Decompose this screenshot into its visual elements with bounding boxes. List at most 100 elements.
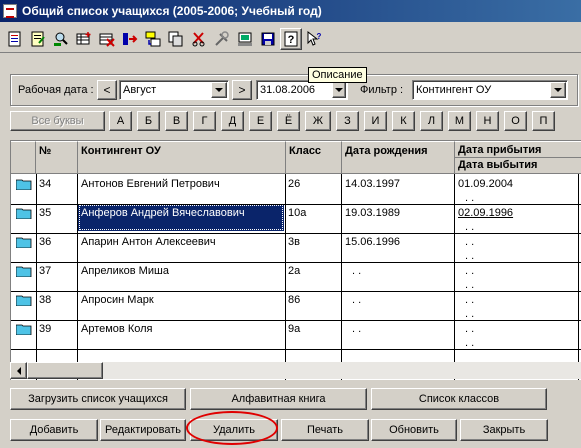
header-class[interactable]: Класс <box>286 141 342 174</box>
highlight-annotation <box>186 411 278 445</box>
alphabet-book-button[interactable]: Алфавитная книга <box>190 388 367 410</box>
save-icon[interactable] <box>257 28 279 50</box>
row-separator <box>11 320 581 321</box>
header-num[interactable]: № <box>36 141 78 174</box>
header-arrival[interactable]: Дата прибытия <box>455 142 581 158</box>
find-icon[interactable] <box>50 28 72 50</box>
cut-icon[interactable] <box>188 28 210 50</box>
students-table: № Контингент ОУ Класс Дата рождения Дата… <box>10 140 581 380</box>
class-list-button[interactable]: Список классов <box>371 388 547 410</box>
letter-button[interactable]: А <box>109 111 132 131</box>
letter-button[interactable]: Г <box>193 111 216 131</box>
letter-filter-bar: Все буквы А Б В Г Д Е Ё Ж З И К Л М Н О … <box>10 111 581 131</box>
letter-button[interactable]: И <box>364 111 387 131</box>
svg-text:?: ? <box>317 32 322 41</box>
delete-row-icon[interactable] <box>96 28 118 50</box>
scroll-left-button[interactable] <box>10 362 27 379</box>
header-dates: Дата прибытия Дата выбытия <box>455 141 581 174</box>
filter-label: Фильтр : <box>360 84 404 96</box>
row-birth: 15.06.1996 <box>345 236 401 248</box>
toolbar: ? ? <box>0 25 581 53</box>
arrow-left-icon <box>16 366 21 375</box>
chevron-down-icon[interactable] <box>550 82 566 98</box>
row-name: Артемов Коля <box>81 323 153 335</box>
copy-icon[interactable] <box>165 28 187 50</box>
edit-record-icon[interactable] <box>27 28 49 50</box>
month-value: Август <box>123 84 157 96</box>
row-name: Антонов Евгений Петрович <box>81 178 220 190</box>
help-icon[interactable]: ? <box>280 28 302 50</box>
letter-button[interactable]: К <box>392 111 415 131</box>
print-button[interactable]: Печать <box>281 419 369 441</box>
date-field[interactable]: 31.08.2006 <box>256 80 348 100</box>
letter-button[interactable]: В <box>165 111 188 131</box>
title-bar[interactable]: Общий список учащихся (2005-2006; Учебны… <box>0 0 581 22</box>
next-month-button[interactable]: > <box>232 80 252 100</box>
print-preview-icon[interactable] <box>234 28 256 50</box>
filter-select[interactable]: Контингент ОУ <box>412 80 568 100</box>
whats-this-icon[interactable]: ? <box>303 28 325 50</box>
letter-button[interactable]: Б <box>137 111 160 131</box>
folder-icon <box>16 324 32 335</box>
row-num: 35 <box>39 207 52 219</box>
tools-icon[interactable] <box>211 28 233 50</box>
folder-icon <box>16 237 32 248</box>
move-icon[interactable] <box>119 28 141 50</box>
row-arrival: . . <box>465 265 475 277</box>
header-departure[interactable]: Дата выбытия <box>455 158 581 173</box>
header-icon-col <box>11 141 36 174</box>
row-birth: 19.03.1989 <box>345 207 401 219</box>
transfer-icon[interactable] <box>142 28 164 50</box>
new-record-icon[interactable] <box>4 28 26 50</box>
date-value: 31.08.2006 <box>260 84 316 96</box>
svg-text:?: ? <box>288 34 295 46</box>
window-title: Общий список учащихся (2005-2006; Учебны… <box>22 4 322 18</box>
letter-button[interactable]: П <box>532 111 555 131</box>
letter-button[interactable]: Д <box>221 111 244 131</box>
letter-button[interactable]: О <box>504 111 527 131</box>
app-icon <box>3 4 17 18</box>
refresh-button[interactable]: Обновить <box>371 419 457 441</box>
row-departure: . . <box>465 337 475 349</box>
filter-value: Контингент ОУ <box>416 84 492 96</box>
folder-icon <box>16 295 32 306</box>
row-birth: . . <box>352 323 362 335</box>
letter-button[interactable]: Ж <box>305 111 331 131</box>
row-departure: . . <box>465 250 475 262</box>
row-num: 39 <box>39 323 52 335</box>
horizontal-scrollbar[interactable] <box>10 362 581 379</box>
header-name[interactable]: Контингент ОУ <box>78 141 286 174</box>
prev-symbol: < <box>103 83 111 97</box>
tooltip-text: Описание <box>312 69 363 81</box>
letter-button[interactable]: М <box>448 111 471 131</box>
row-separator <box>11 291 581 292</box>
add-button[interactable]: Добавить <box>10 419 98 441</box>
row-class: 26 <box>288 178 301 190</box>
row-class: 3в <box>288 236 300 248</box>
load-list-button[interactable]: Загрузить список учащихся <box>10 388 186 410</box>
letter-button[interactable]: Ё <box>277 111 300 131</box>
row-class: 9а <box>288 323 301 335</box>
letter-button[interactable]: Е <box>249 111 272 131</box>
chevron-down-icon[interactable] <box>211 82 227 98</box>
month-select[interactable]: Август <box>119 80 229 100</box>
calendar-icon[interactable] <box>332 82 346 98</box>
letter-button[interactable]: З <box>336 111 359 131</box>
folder-icon <box>16 266 32 277</box>
letter-button[interactable]: Н <box>476 111 499 131</box>
row-class: 86 <box>288 294 301 306</box>
row-name: Апреликов Миша <box>81 265 169 277</box>
row-departure: . . <box>465 279 475 291</box>
scroll-thumb[interactable] <box>27 362 103 379</box>
letter-button[interactable]: Л <box>420 111 443 131</box>
row-separator <box>11 262 581 263</box>
edit-button[interactable]: Редактировать <box>100 419 186 441</box>
prev-month-button[interactable]: < <box>97 80 117 100</box>
close-button[interactable]: Закрыть <box>460 419 548 441</box>
next-symbol: > <box>238 83 246 97</box>
add-row-icon[interactable] <box>73 28 95 50</box>
header-birth[interactable]: Дата рождения <box>342 141 455 174</box>
row-departure: . . <box>465 308 475 320</box>
row-departure: . . <box>465 221 475 233</box>
all-letters-button[interactable]: Все буквы <box>10 111 105 131</box>
